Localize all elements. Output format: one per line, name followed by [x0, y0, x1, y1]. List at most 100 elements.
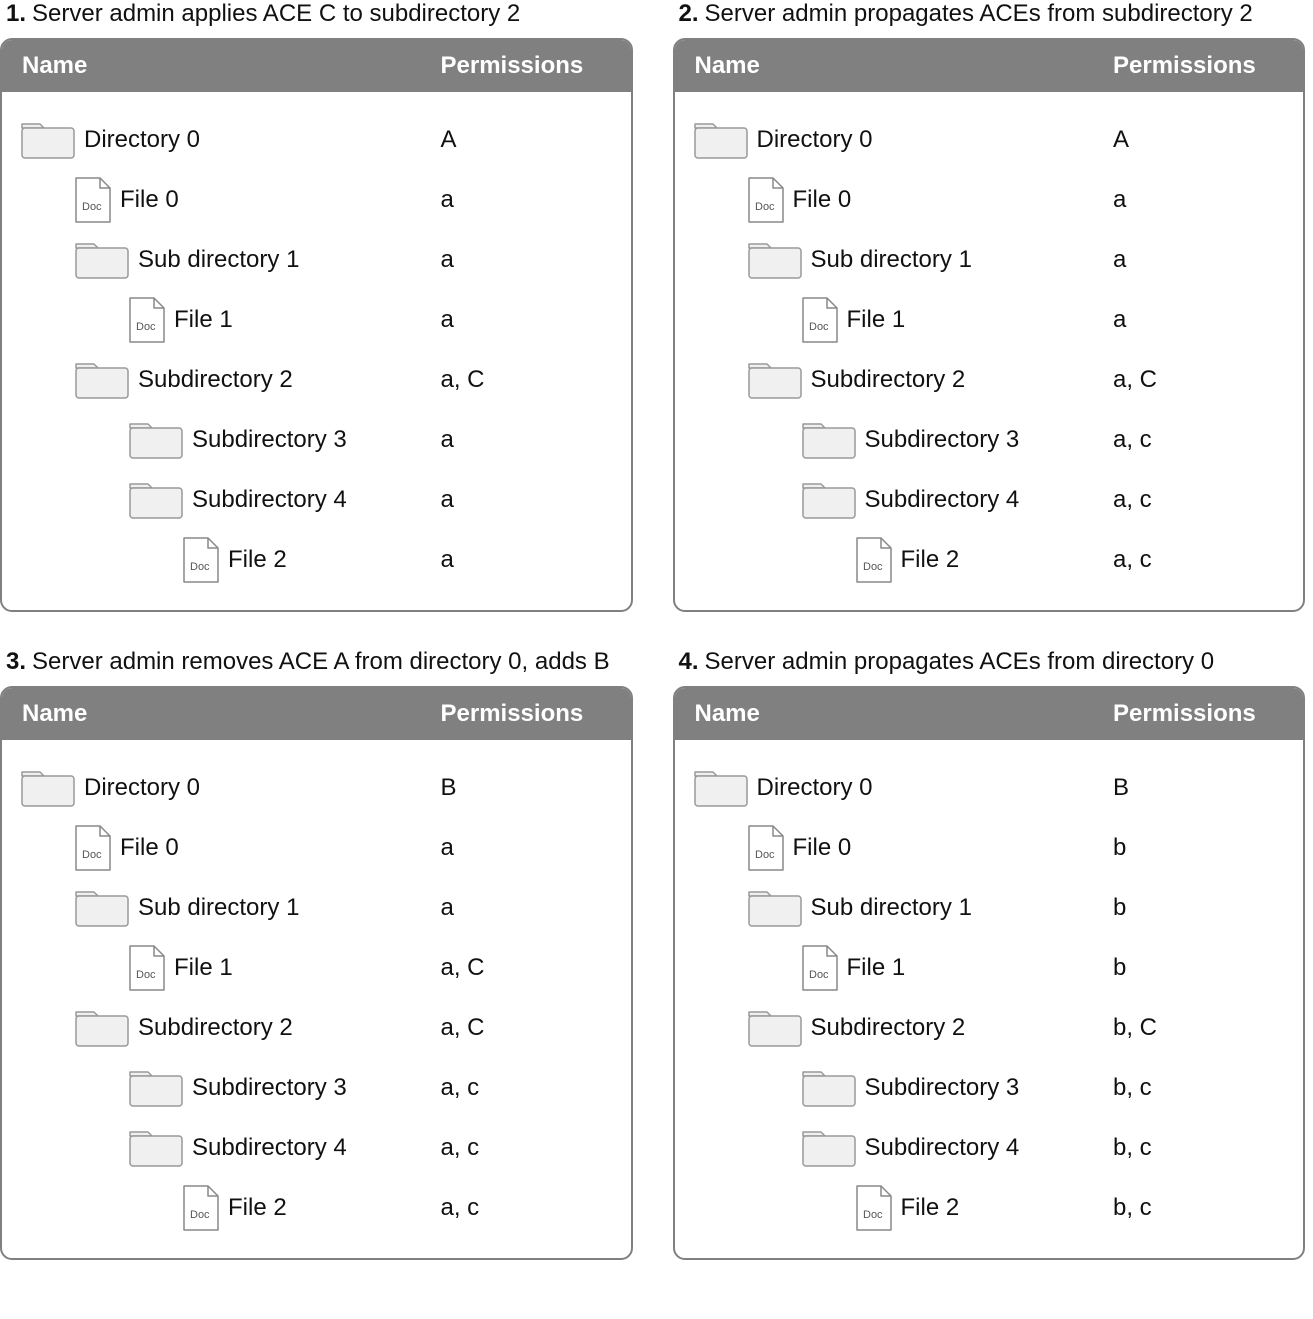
- item-label: File 0: [120, 834, 179, 862]
- item-label: Subdirectory 4: [192, 486, 347, 514]
- folder-icon: [20, 766, 76, 810]
- tree-row: DocFile 0a: [20, 170, 611, 230]
- tree-row: Directory 0A: [693, 110, 1284, 170]
- step-caption-text: Server admin propagates ACEs from subdir…: [705, 0, 1253, 28]
- step-number: 1.: [6, 0, 26, 28]
- label-cell: Subdirectory 4: [693, 478, 1114, 522]
- doc-icon: Doc: [855, 1184, 893, 1232]
- label-cell: Sub directory 1: [20, 238, 441, 282]
- step-3: 3.Server admin removes ACE A from direct…: [0, 648, 633, 1260]
- folder-icon: [128, 1126, 184, 1170]
- permission-cell: b, c: [1113, 1074, 1283, 1102]
- folder-icon: [74, 238, 130, 282]
- folder-icon: [74, 1006, 130, 1050]
- permission-cell: a, C: [441, 1014, 611, 1042]
- tree: Directory 0ADocFile 0aSub directory 1aDo…: [675, 92, 1304, 610]
- permission-cell: a: [441, 246, 611, 274]
- folder-icon: [128, 418, 184, 462]
- column-header-name: Name: [22, 700, 441, 728]
- permission-cell: a: [1113, 186, 1283, 214]
- label-cell: Subdirectory 2: [20, 358, 441, 402]
- tree-row: Directory 0A: [20, 110, 611, 170]
- column-header-permissions: Permissions: [1113, 52, 1283, 80]
- label-cell: Subdirectory 4: [693, 1126, 1114, 1170]
- tree-row: Subdirectory 2a, C: [20, 998, 611, 1058]
- tree-row: Sub directory 1a: [20, 878, 611, 938]
- permission-cell: a: [441, 546, 611, 574]
- label-cell: Sub directory 1: [20, 886, 441, 930]
- svg-text:Doc: Doc: [82, 201, 102, 213]
- tree-row: Subdirectory 4b, c: [693, 1118, 1284, 1178]
- item-label: Subdirectory 2: [138, 366, 293, 394]
- tree-row: Subdirectory 3a, c: [20, 1058, 611, 1118]
- tree-row: Subdirectory 2 a, C: [20, 350, 611, 410]
- item-label: File 1: [174, 306, 233, 334]
- item-label: Subdirectory 4: [865, 486, 1020, 514]
- tree-row: Sub directory 1a: [20, 230, 611, 290]
- tree-row: Subdirectory 4 a: [20, 470, 611, 530]
- permission-cell: B: [441, 774, 611, 802]
- tree-row: Subdirectory 4 a, c: [693, 470, 1284, 530]
- permission-cell: a, c: [441, 1194, 611, 1222]
- label-cell: Subdirectory 3: [693, 1066, 1114, 1110]
- label-cell: Directory 0: [20, 118, 441, 162]
- permission-cell: a, C: [441, 954, 611, 982]
- item-label: File 2: [901, 546, 960, 574]
- folder-icon: [801, 478, 857, 522]
- label-cell: DocFile 0: [693, 824, 1114, 872]
- label-cell: DocFile 2: [20, 1184, 441, 1232]
- item-label: File 2: [228, 546, 287, 574]
- label-cell: Doc File 2: [693, 1184, 1114, 1232]
- label-cell: DocFile 2: [20, 536, 441, 584]
- permission-cell: b, C: [1113, 1014, 1283, 1042]
- tree-row: DocFile 2b, c: [693, 1178, 1284, 1238]
- item-label: Subdirectory 3: [865, 1074, 1020, 1102]
- permission-cell: a, c: [1113, 486, 1283, 514]
- step-caption: 1.Server admin applies ACE C to subdirec…: [6, 0, 633, 28]
- permission-cell: a, C: [441, 366, 611, 394]
- item-label: Directory 0: [757, 126, 873, 154]
- item-label: File 2: [228, 1194, 287, 1222]
- label-cell: Subdirectory 2: [693, 358, 1114, 402]
- step-4: 4.Server admin propagates ACEs from dire…: [673, 648, 1306, 1260]
- item-label: Subdirectory 3: [192, 426, 347, 454]
- doc-icon: Doc: [74, 176, 112, 224]
- tree-row: DocFile 2a: [20, 530, 611, 590]
- permission-cell: a: [441, 486, 611, 514]
- doc-icon: Doc: [855, 536, 893, 584]
- label-cell: Subdirectory 3: [693, 418, 1114, 462]
- svg-text:Doc: Doc: [136, 321, 156, 333]
- item-label: File 0: [120, 186, 179, 214]
- svg-text:Doc: Doc: [82, 849, 102, 861]
- tree-row: Subdirectory 2a, C: [693, 350, 1284, 410]
- label-cell: Directory 0: [20, 766, 441, 810]
- doc-icon: Doc: [801, 944, 839, 992]
- label-cell: DocFile 0: [693, 176, 1114, 224]
- tree-row: Sub directory 1a: [693, 230, 1284, 290]
- tree: Directory 0BDocFile 0bSub directory 1bDo…: [675, 740, 1304, 1258]
- step-caption-text: Server admin applies ACE C to subdirecto…: [32, 0, 520, 28]
- folder-icon: [128, 1066, 184, 1110]
- doc-icon: Doc: [747, 176, 785, 224]
- folder-icon: [747, 238, 803, 282]
- tree: Directory 0BDocFile 0aSub directory 1aDo…: [2, 740, 631, 1258]
- permission-cell: a: [1113, 246, 1283, 274]
- diagram-root: 1.Server admin applies ACE C to subdirec…: [0, 0, 1313, 1268]
- panel-header: NamePermissions: [2, 688, 631, 740]
- column-header-permissions: Permissions: [441, 700, 611, 728]
- permission-cell: b: [1113, 954, 1283, 982]
- permissions-panel: NamePermissionsDirectory 0ADocFile 0aSub…: [0, 38, 633, 612]
- label-cell: Subdirectory 3: [20, 1066, 441, 1110]
- column-header-name: Name: [22, 52, 441, 80]
- doc-icon: Doc: [128, 944, 166, 992]
- folder-icon: [747, 358, 803, 402]
- step-caption-text: Server admin removes ACE A from director…: [32, 648, 610, 676]
- panel-header: NamePermissions: [675, 688, 1304, 740]
- item-label: Subdirectory 2: [811, 366, 966, 394]
- permission-cell: a, c: [1113, 546, 1283, 574]
- step-number: 2.: [679, 0, 699, 28]
- tree-row: Sub directory 1b: [693, 878, 1284, 938]
- item-label: File 2: [901, 1194, 960, 1222]
- tree-row: DocFile 0a: [693, 170, 1284, 230]
- label-cell: Directory 0: [693, 118, 1114, 162]
